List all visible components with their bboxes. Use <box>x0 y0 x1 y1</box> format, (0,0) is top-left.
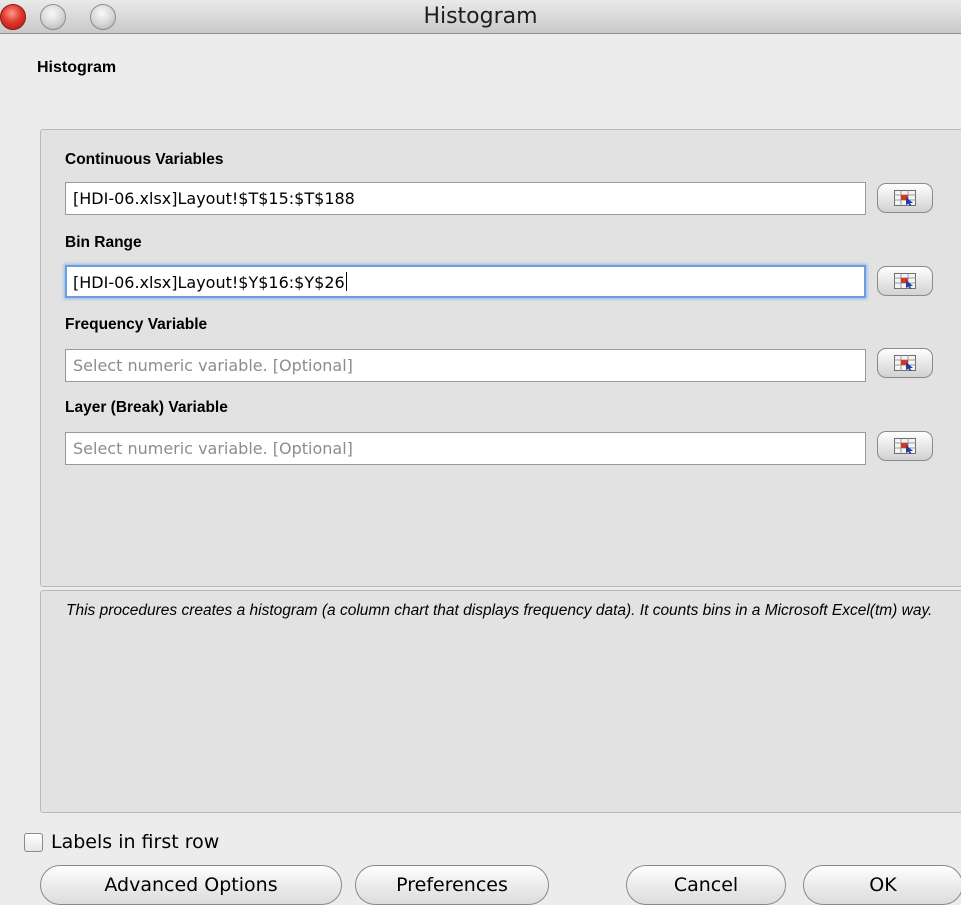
title-bar: Histogram <box>0 0 961 34</box>
cancel-button[interactable]: Cancel <box>626 865 786 905</box>
continuous-variables-value: [HDI-06.xlsx]Layout!$T$15:$T$188 <box>73 189 355 208</box>
labels-in-first-row-option[interactable]: Labels in first row <box>24 829 219 855</box>
layer-variable-label: Layer (Break) Variable <box>65 399 228 416</box>
range-select-icon <box>894 273 916 289</box>
range-select-icon <box>894 355 916 371</box>
window-title: Histogram <box>423 4 538 29</box>
layer-variable-input[interactable]: Select numeric variable. [Optional] <box>65 432 866 465</box>
continuous-variables-range-button[interactable] <box>877 183 933 213</box>
labels-in-first-row-label: Labels in first row <box>51 831 220 853</box>
dialog-heading: Histogram <box>37 59 117 76</box>
continuous-variables-label: Continuous Variables <box>65 151 224 168</box>
procedure-description: This procedures creates a histogram (a c… <box>40 590 961 813</box>
preferences-button[interactable]: Preferences <box>355 865 549 905</box>
bin-range-value: [HDI-06.xlsx]Layout!$Y$16:$Y$26 <box>73 273 345 292</box>
layer-variable-range-button[interactable] <box>877 431 933 461</box>
continuous-variables-input[interactable]: [HDI-06.xlsx]Layout!$T$15:$T$188 <box>65 182 866 215</box>
bin-range-range-button[interactable] <box>877 266 933 296</box>
ok-button[interactable]: OK <box>803 865 961 905</box>
text-caret <box>345 272 347 291</box>
frequency-variable-input[interactable]: Select numeric variable. [Optional] <box>65 349 866 382</box>
labels-in-first-row-checkbox[interactable] <box>24 832 43 852</box>
range-select-icon <box>894 190 916 206</box>
range-select-icon <box>894 438 916 454</box>
frequency-variable-label: Frequency Variable <box>65 316 208 333</box>
frequency-variable-range-button[interactable] <box>877 348 933 378</box>
bin-range-label: Bin Range <box>65 234 142 251</box>
layer-variable-placeholder: Select numeric variable. [Optional] <box>73 439 353 458</box>
advanced-options-button[interactable]: Advanced Options <box>40 865 342 905</box>
frequency-variable-placeholder: Select numeric variable. [Optional] <box>73 356 353 375</box>
bin-range-input[interactable]: [HDI-06.xlsx]Layout!$Y$16:$Y$26 <box>65 265 866 298</box>
